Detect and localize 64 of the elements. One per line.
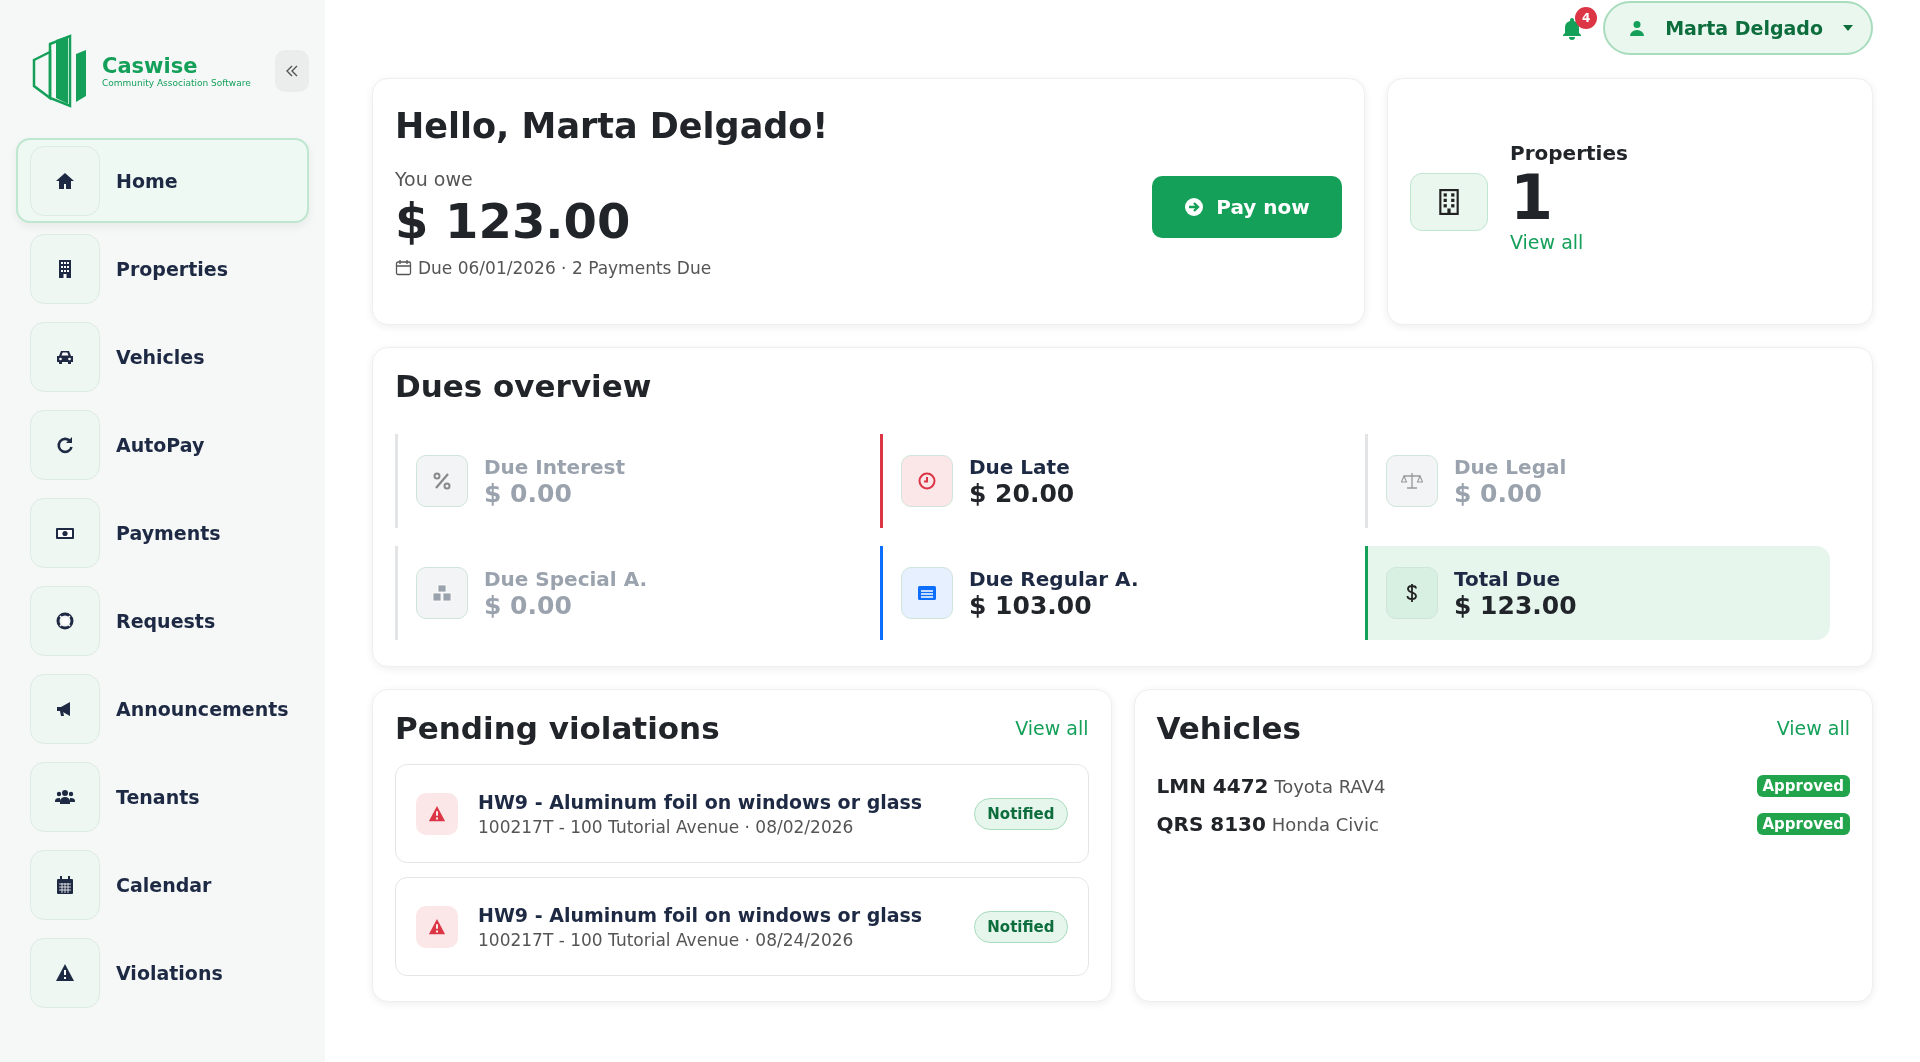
double-chevron-icon — [285, 65, 299, 77]
percent-icon — [431, 470, 453, 492]
greeting-title: Hello, Marta Delgado! — [395, 105, 830, 146]
violation-detail: 100217T - 100 Tutorial Avenue · 08/24/2026 — [478, 929, 855, 950]
warning-icon — [55, 962, 75, 983]
status-badge: Notified — [974, 910, 1068, 943]
arrow-circle-icon — [1184, 196, 1205, 217]
sidebar-item[interactable]: Vehicles — [16, 314, 309, 399]
violation-title: HW9 - Aluminum foil on windows or glass — [478, 903, 924, 926]
due-label: Due Late — [969, 454, 1071, 479]
status-badge: Approved — [1756, 775, 1850, 797]
calendar-icon — [55, 874, 75, 895]
sidebar-item[interactable]: Requests — [16, 578, 309, 663]
caret-icon — [1843, 24, 1853, 31]
due-amount: $ 0.00 — [484, 478, 573, 508]
due-amount: $ 123.00 — [1454, 590, 1577, 620]
sidebar-item[interactable]: Tenants — [16, 754, 309, 839]
properties-count: 1 — [1510, 164, 1554, 231]
violation-item[interactable]: HW9 - Aluminum foil on windows or glass 100217T - 100 Tutorial Avenue · 08/02/2026 Notified — [395, 764, 1089, 863]
boxes-icon — [431, 582, 453, 604]
sidebar-item[interactable]: Properties — [16, 226, 309, 311]
sidebar-item[interactable]: Violations — [16, 930, 309, 1015]
owe-label: You owe — [395, 167, 474, 190]
calendar-icon — [395, 259, 412, 276]
lifebuoy-icon — [55, 610, 75, 631]
brand-tagline: Community Association Software — [102, 78, 251, 88]
due-label: Due Interest — [484, 454, 626, 479]
violation-item[interactable]: HW9 - Aluminum foil on windows or glass 100217T - 100 Tutorial Avenue · 08/24/2026 Notified — [395, 877, 1089, 976]
warning-icon — [428, 917, 446, 936]
brand-name: Caswise — [102, 54, 199, 78]
user-icon — [1629, 19, 1646, 36]
due-label: Due Legal — [1454, 454, 1567, 479]
vehicle-name: QRS 8130 Honda Civic — [1156, 812, 1380, 836]
status-badge: Approved — [1756, 813, 1850, 835]
user-menu-button[interactable]: Marta Delgado — [1603, 0, 1873, 55]
home-icon — [55, 170, 75, 191]
due-label: Total Due — [1454, 566, 1561, 591]
sidebar-item[interactable]: Home — [16, 138, 309, 223]
sidebar-item[interactable]: Announcements — [16, 666, 309, 751]
sidebar-item[interactable]: Calendar — [16, 842, 309, 927]
due-amount: $ 0.00 — [1454, 478, 1543, 508]
violation-title: HW9 - Aluminum foil on windows or glass — [478, 790, 924, 813]
collapse-button[interactable] — [275, 50, 309, 92]
due-amount: $ 0.00 — [484, 590, 573, 620]
building-icon — [1438, 188, 1460, 215]
vehicle-name: LMN 4472 Toyota RAV4 — [1156, 774, 1387, 798]
due-date-text: Due 06/01/2026 · 2 Payments Due — [418, 257, 712, 278]
due-amount: $ 103.00 — [969, 590, 1093, 620]
section-title: Pending violations — [395, 710, 720, 746]
violation-detail: 100217T - 100 Tutorial Avenue · 08/02/2026 — [478, 816, 855, 837]
due-label: Due Regular A. — [969, 566, 1139, 591]
properties-title: Properties — [1510, 140, 1628, 165]
sidebar-item[interactable]: AutoPay — [16, 402, 309, 487]
sidebar-item[interactable]: Payments — [16, 490, 309, 575]
due-label: Due Special A. — [484, 566, 648, 591]
scale-icon — [1401, 470, 1423, 492]
section-title: Dues overview — [395, 368, 653, 404]
section-title: Vehicles — [1156, 710, 1301, 746]
due-amount: $ 20.00 — [969, 478, 1075, 508]
amount-owed: $ 123.00 — [395, 191, 632, 251]
clock-icon — [916, 470, 938, 492]
warning-icon — [428, 804, 446, 823]
notification-badge: 4 — [1575, 6, 1598, 29]
status-badge: Notified — [974, 797, 1068, 830]
